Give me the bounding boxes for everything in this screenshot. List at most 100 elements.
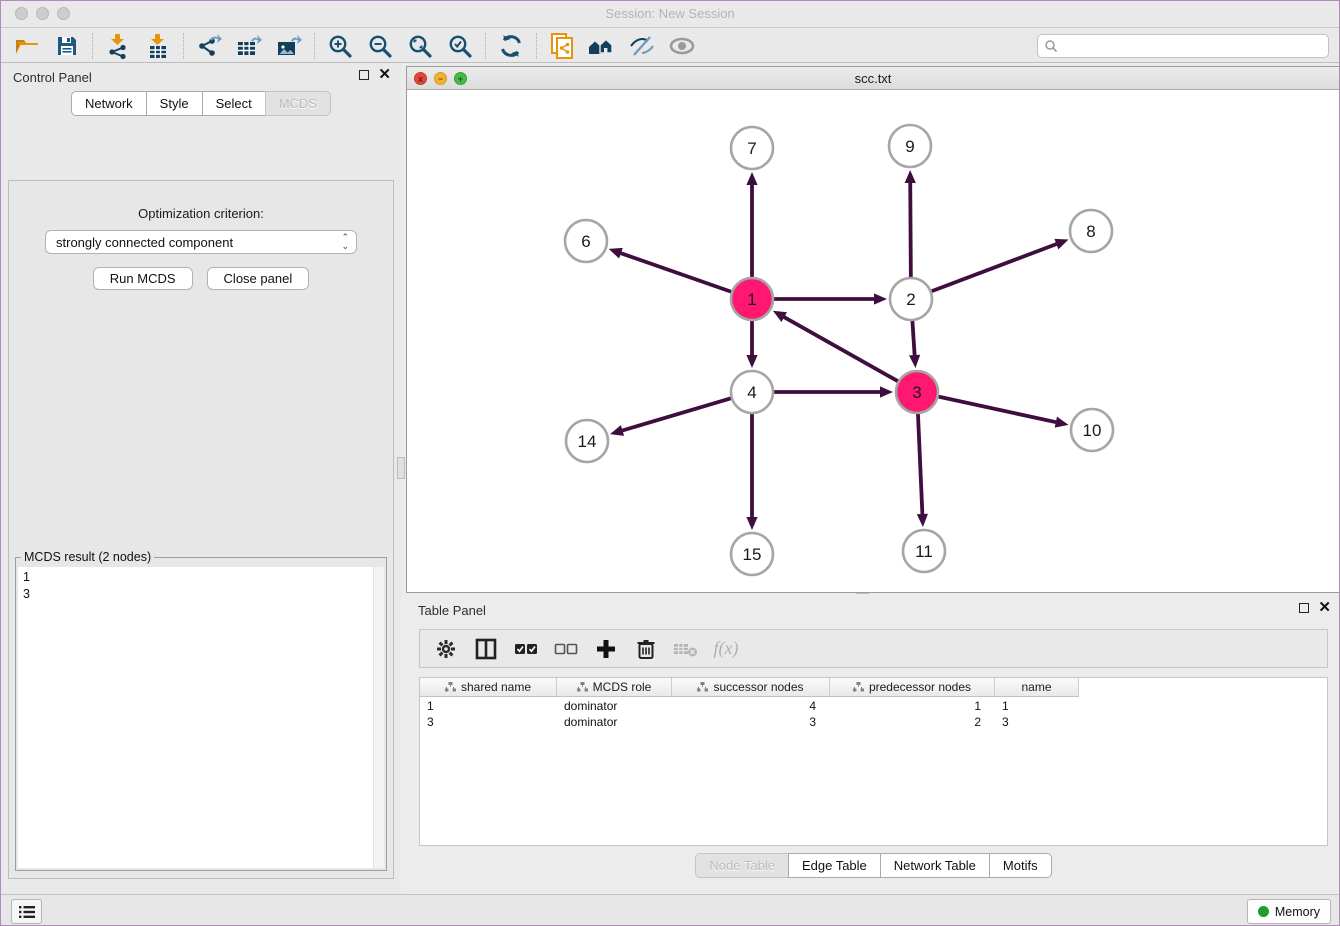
optimization-criterion-label: Optimization criterion:: [9, 206, 393, 221]
show-all-networks-icon[interactable]: [582, 30, 622, 62]
zoom-fit-icon[interactable]: [400, 30, 440, 62]
graph-edge-2-8[interactable]: [932, 243, 1059, 291]
graph-edge-arrowhead: [905, 170, 916, 183]
column-type-icon: [697, 682, 708, 692]
column-header-label: MCDS role: [593, 680, 652, 694]
select-stepper-icon: ⌃⌄: [341, 233, 349, 251]
search-field[interactable]: [1037, 34, 1329, 58]
graph-node-label-11: 11: [915, 542, 933, 561]
table-cell: 3: [672, 714, 830, 730]
column-view-icon[interactable]: [468, 632, 504, 666]
table-cell: dominator: [557, 698, 672, 714]
network-window-titlebar: x − + scc.txt: [407, 67, 1339, 90]
export-table-icon[interactable]: [229, 30, 269, 62]
graph-edge-3-11[interactable]: [918, 414, 922, 516]
tab-select[interactable]: Select: [202, 91, 266, 116]
import-table-icon[interactable]: [138, 30, 178, 62]
search-icon: [1044, 39, 1058, 53]
zoom-in-icon[interactable]: [320, 30, 360, 62]
memory-button[interactable]: Memory: [1247, 899, 1331, 924]
table-tabs: Node TableEdge TableNetwork TableMotifs: [406, 853, 1340, 878]
column-header-label: predecessor nodes: [869, 680, 971, 694]
graph-edge-arrowhead: [610, 425, 624, 436]
result-scrollbar[interactable]: [373, 567, 384, 868]
close-panel-icon[interactable]: ✕: [378, 70, 391, 80]
zoom-selected-icon[interactable]: [440, 30, 480, 62]
graph-edge-arrowhead: [1054, 239, 1068, 249]
list-icon: [18, 904, 36, 920]
apply-layout-icon[interactable]: [491, 30, 531, 62]
tab-mcds[interactable]: MCDS: [265, 91, 331, 116]
graph-node-label-15: 15: [743, 545, 762, 564]
function-builder-icon[interactable]: f(x): [708, 632, 744, 666]
tab-style[interactable]: Style: [146, 91, 203, 116]
column-header-MCDS-role[interactable]: MCDS role: [557, 678, 672, 697]
table-panel-title: Table Panel: [418, 603, 486, 618]
search-input[interactable]: [1058, 38, 1322, 54]
save-session-icon[interactable]: [47, 30, 87, 62]
table-cell: 4: [672, 698, 830, 714]
zoom-out-icon[interactable]: [360, 30, 400, 62]
vertical-splitter-handle[interactable]: [397, 457, 405, 479]
control-panel-tabs: NetworkStyleSelectMCDS: [1, 91, 401, 116]
show-selected-icon[interactable]: [662, 30, 702, 62]
select-all-icon[interactable]: [508, 632, 544, 666]
column-header-name[interactable]: name: [995, 678, 1079, 697]
table-settings-icon[interactable]: [428, 632, 464, 666]
close-panel-button[interactable]: Close panel: [207, 267, 310, 290]
table-cell: 1: [420, 698, 557, 714]
graph-edge-2-9[interactable]: [910, 181, 911, 277]
delete-row-icon[interactable]: [628, 632, 664, 666]
delete-column-icon[interactable]: [668, 632, 704, 666]
task-history-button[interactable]: [11, 899, 42, 924]
import-network-icon[interactable]: [98, 30, 138, 62]
memory-label: Memory: [1275, 905, 1320, 919]
graph-node-label-6: 6: [581, 232, 590, 251]
add-row-icon[interactable]: [588, 632, 624, 666]
tab-network[interactable]: Network: [71, 91, 147, 116]
close-table-panel-icon[interactable]: ✕: [1318, 603, 1331, 613]
tab-network-table[interactable]: Network Table: [880, 853, 990, 878]
criterion-select[interactable]: strongly connected component ⌃⌄: [45, 230, 357, 254]
graph-node-label-10: 10: [1083, 421, 1102, 440]
table-cell: 1: [830, 698, 995, 714]
table-row[interactable]: 3dominator323: [420, 714, 1327, 730]
tab-node-table[interactable]: Node Table: [695, 853, 789, 878]
column-type-icon: [853, 682, 864, 692]
table-body: 1dominator4113dominator323: [420, 698, 1327, 730]
network-canvas[interactable]: 7968124314101511: [407, 90, 1339, 592]
graph-edge-arrowhead: [909, 355, 920, 368]
table-row[interactable]: 1dominator411: [420, 698, 1327, 714]
column-header-successor-nodes[interactable]: successor nodes: [672, 678, 830, 697]
graph-edge-1-6[interactable]: [619, 253, 731, 292]
unselect-all-icon[interactable]: [548, 632, 584, 666]
float-table-panel-icon[interactable]: [1299, 603, 1309, 613]
tab-motifs[interactable]: Motifs: [989, 853, 1052, 878]
table-header-row: shared name MCDS role successor nodes prede…: [420, 678, 1079, 697]
open-session-icon[interactable]: [7, 30, 47, 62]
graph-node-label-3: 3: [912, 383, 921, 402]
column-header-label: name: [1021, 680, 1051, 694]
export-network-icon[interactable]: [189, 30, 229, 62]
control-panel-title: Control Panel: [13, 70, 92, 85]
graph-node-label-7: 7: [747, 139, 756, 158]
table-cell: 2: [830, 714, 995, 730]
graph-edge-3-10[interactable]: [938, 397, 1057, 423]
column-header-predecessor-nodes[interactable]: predecessor nodes: [830, 678, 995, 697]
graph-node-label-2: 2: [906, 290, 915, 309]
window-titlebar: Session: New Session: [1, 1, 1339, 28]
export-image-icon[interactable]: [269, 30, 309, 62]
graph-edge-4-14[interactable]: [621, 398, 731, 431]
graph-edge-2-3[interactable]: [912, 321, 914, 357]
tab-edge-table[interactable]: Edge Table: [788, 853, 881, 878]
graph-edge-3-1[interactable]: [782, 316, 897, 381]
float-panel-icon[interactable]: [359, 70, 369, 80]
mcds-result-text: 1 3: [18, 567, 384, 868]
clone-network-icon[interactable]: [542, 30, 582, 62]
run-mcds-button[interactable]: Run MCDS: [93, 267, 193, 290]
hide-selected-icon[interactable]: [622, 30, 662, 62]
table-toolbar: f(x): [419, 629, 1328, 668]
network-view-window: x − + scc.txt 7968124314101511: [406, 66, 1340, 593]
network-window-title: scc.txt: [407, 71, 1339, 86]
column-header-shared-name[interactable]: shared name: [420, 678, 557, 697]
